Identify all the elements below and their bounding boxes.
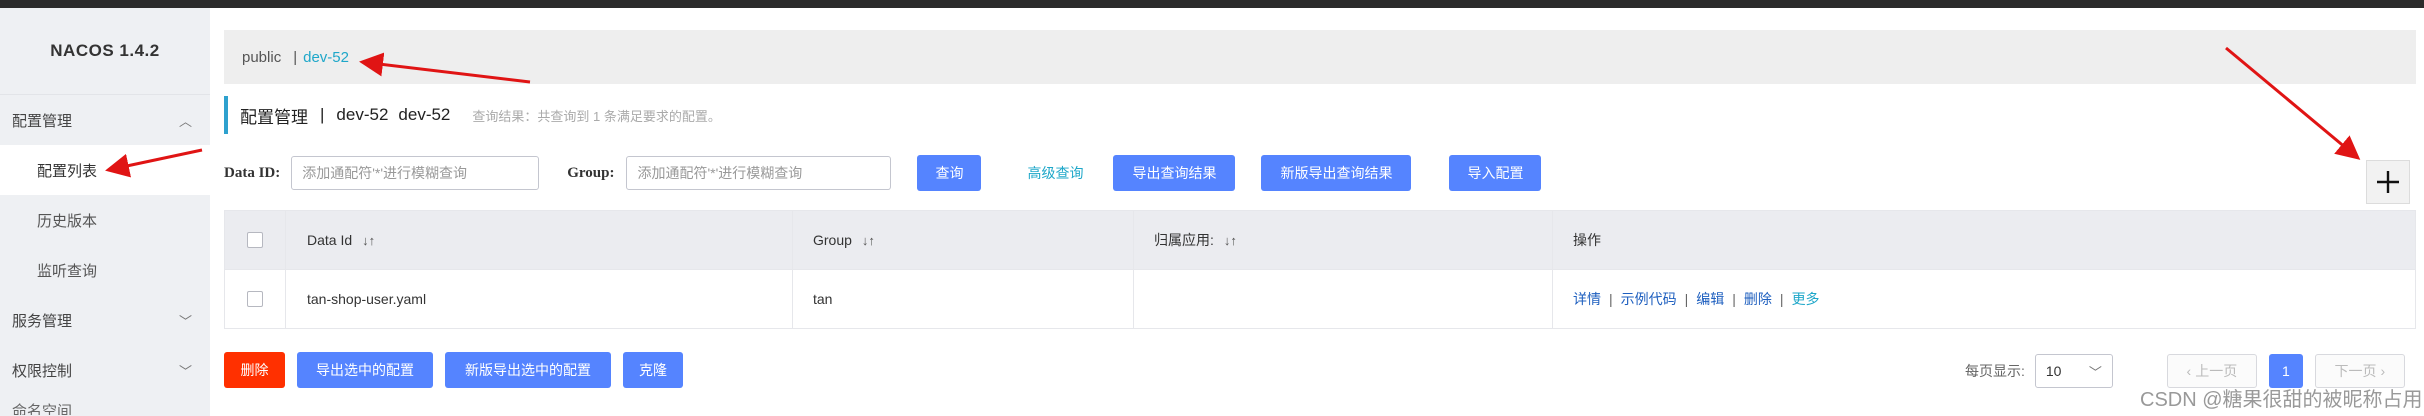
query-button[interactable]: 查询 — [917, 155, 982, 191]
page-title: 配置管理 — [240, 107, 308, 127]
sidebar-item-label: 历史版本 — [37, 212, 98, 230]
plus-icon — [2377, 171, 2399, 193]
row-select-cell — [225, 270, 286, 328]
search-bar: Data ID: Group: 查询 高级查询 导出查询结果 新版导出查询结果 … — [224, 153, 1542, 193]
namespace-separator: | — [293, 48, 298, 66]
cell-app — [1134, 270, 1553, 328]
more-link[interactable]: 更多 — [1792, 289, 1820, 309]
detail-link[interactable]: 详情 — [1573, 289, 1601, 309]
page-size-select[interactable]: 10 ﹀ — [2034, 354, 2113, 388]
new-export-query-results-button[interactable]: 新版导出查询结果 — [1261, 155, 1412, 191]
header-app: 归属应用: ↓↑ — [1134, 211, 1553, 269]
export-query-results-button[interactable]: 导出查询结果 — [1113, 155, 1236, 191]
chevron-down-icon: ﹀ — [178, 313, 192, 329]
sidebar-group-service-management[interactable]: 服务管理 ﹀ — [0, 295, 210, 345]
data-id-label: Data ID: — [224, 164, 281, 181]
sample-code-link[interactable]: 示例代码 — [1621, 289, 1677, 309]
sidebar-group-label: 服务管理 — [12, 312, 73, 330]
sidebar-group-label: 配置管理 — [12, 112, 73, 130]
cell-actions: 详情 | 示例代码 | 编辑 | 删除 | 更多 — [1553, 270, 2415, 328]
chevron-left-icon: ‹ — [2186, 363, 2192, 379]
clone-button[interactable]: 克隆 — [623, 352, 683, 388]
export-selected-button[interactable]: 导出选中的配置 — [297, 352, 433, 388]
table-row: tan-shop-user.yaml tan 详情 | 示例代码 | 编辑 | … — [225, 269, 2415, 328]
delete-link[interactable]: 删除 — [1744, 289, 1772, 309]
page-size-label: 每页显示: — [1965, 363, 2025, 379]
group-label: Group: — [567, 164, 615, 181]
header-label: 归属应用: — [1154, 232, 1214, 248]
sidebar-item-history[interactable]: 历史版本 — [0, 195, 210, 245]
title-separator: | — [320, 105, 325, 124]
page-title-row: 配置管理 | dev-52 dev-52 查询结果：共查询到 1 条满足要求的配… — [224, 96, 721, 134]
edit-link[interactable]: 编辑 — [1696, 289, 1724, 309]
watermark: CSDN @糖果很甜的被昵称占用 — [2140, 389, 2423, 411]
table-header-row: Data Id ↓↑ Group ↓↑ 归属应用: ↓↑ 操作 — [225, 211, 2415, 269]
namespace-dev-link[interactable]: dev-52 — [303, 49, 349, 66]
row-checkbox[interactable] — [247, 291, 263, 307]
header-actions: 操作 — [1553, 211, 2415, 269]
namespace-name: dev-52 — [336, 105, 389, 124]
sidebar-group-config-management[interactable]: 配置管理 ︿ — [0, 95, 210, 145]
select-all-checkbox[interactable] — [247, 232, 263, 248]
app-logo: NACOS 1.4.2 — [0, 8, 210, 95]
sidebar-item-label: 监听查询 — [37, 262, 98, 280]
query-result-hint: 查询结果：共查询到 1 条满足要求的配置。 — [472, 108, 721, 124]
sidebar-group-label: 权限控制 — [12, 362, 73, 380]
import-config-button[interactable]: 导入配置 — [1449, 155, 1542, 191]
data-id-input[interactable] — [291, 156, 540, 190]
namespace-bar: public | dev-52 — [224, 30, 2416, 84]
group-input[interactable] — [626, 156, 892, 190]
config-table: Data Id ↓↑ Group ↓↑ 归属应用: ↓↑ 操作 tan-shop… — [224, 210, 2416, 329]
top-bar — [0, 0, 2424, 8]
sidebar-item-config-list[interactable]: 配置列表 — [0, 145, 210, 195]
header-label: Data Id — [307, 232, 353, 248]
namespace-public-link[interactable]: public — [242, 49, 281, 66]
prev-page-label: 上一页 — [2195, 363, 2238, 379]
namespace-id: dev-52 — [398, 105, 451, 124]
new-export-selected-button[interactable]: 新版导出选中的配置 — [445, 352, 611, 388]
header-data-id: Data Id ↓↑ — [286, 211, 793, 269]
next-page-label: 下一页 — [2334, 363, 2377, 379]
sidebar-group-namespace[interactable]: 命名空间 — [0, 395, 210, 415]
bulk-actions: 删除 导出选中的配置 新版导出选中的配置 克隆 — [224, 352, 683, 388]
header-label: Group — [813, 232, 852, 248]
header-group: Group ↓↑ — [793, 211, 1134, 269]
sidebar-item-listener-query[interactable]: 监听查询 — [0, 245, 210, 295]
chevron-down-icon: ﹀ — [2088, 364, 2102, 380]
action-separator: | — [1779, 291, 1784, 307]
cell-data-id: tan-shop-user.yaml — [286, 270, 793, 328]
sort-icon[interactable]: ↓↑ — [862, 233, 875, 248]
sidebar-group-label: 命名空间 — [12, 403, 73, 415]
sidebar-item-label: 配置列表 — [37, 162, 98, 180]
action-separator: | — [1609, 291, 1613, 307]
page-size-value: 10 — [2045, 363, 2062, 379]
chevron-down-icon: ﹀ — [178, 363, 192, 379]
chevron-up-icon: ︿ — [178, 113, 192, 129]
sort-icon[interactable]: ↓↑ — [362, 233, 375, 248]
delete-selected-button[interactable]: 删除 — [224, 352, 285, 388]
add-config-button[interactable] — [2366, 160, 2410, 204]
header-select-cell — [225, 211, 286, 269]
action-separator: | — [1684, 291, 1689, 307]
sidebar: NACOS 1.4.2 配置管理 ︿ 配置列表 历史版本 监听查询 服务管理 ﹀… — [0, 8, 210, 416]
cell-group: tan — [793, 270, 1134, 328]
sidebar-group-access-control[interactable]: 权限控制 ﹀ — [0, 345, 210, 395]
chevron-right-icon: › — [2380, 363, 2386, 379]
header-label: 操作 — [1573, 232, 1601, 248]
action-separator: | — [1732, 291, 1736, 307]
advanced-query-link[interactable]: 高级查询 — [1027, 163, 1083, 183]
sort-icon[interactable]: ↓↑ — [1224, 233, 1237, 248]
